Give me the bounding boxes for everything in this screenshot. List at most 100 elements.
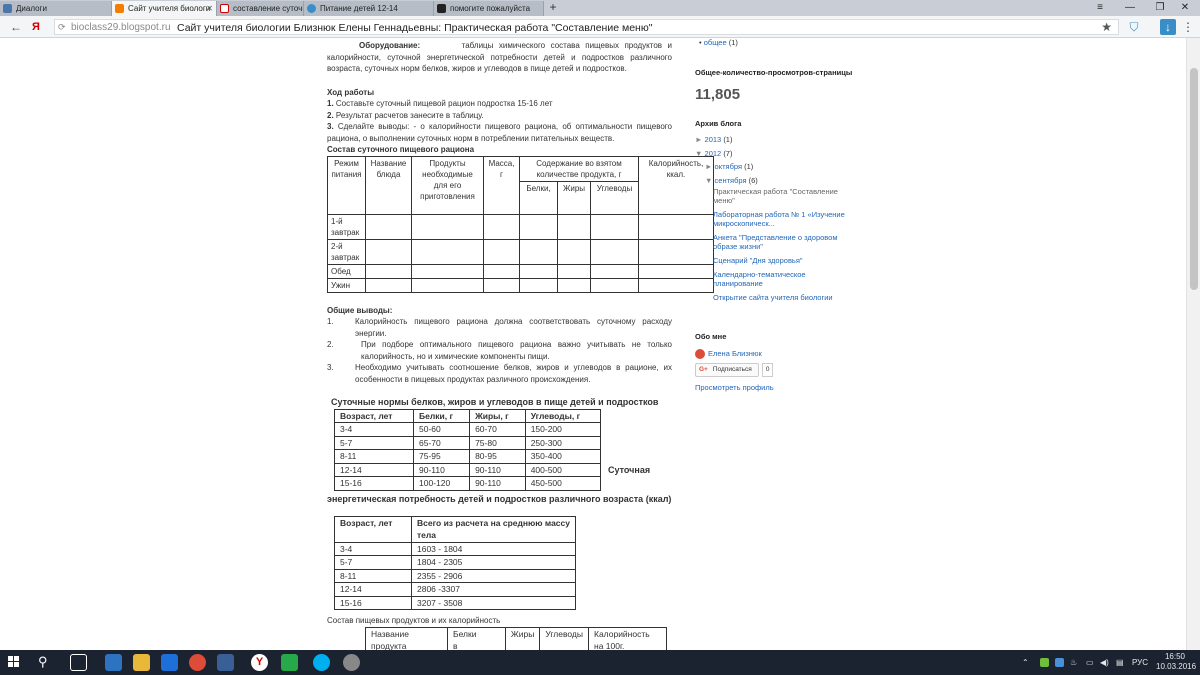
header-fats: Жиры [557, 180, 591, 215]
table-row: 15-16 100-120 90-110 450-500 [333, 476, 602, 491]
notifications-icon[interactable]: ▤ [1116, 650, 1124, 675]
archive-post-link[interactable]: Календарно-тематическое планирование [713, 270, 855, 288]
tray-app-icon[interactable] [1055, 658, 1064, 667]
yandex-logo-icon[interactable]: Я [28, 19, 44, 35]
label-link[interactable]: общее [704, 38, 727, 47]
products-table: Название продукта Белкив процентах Жиры … [365, 626, 667, 650]
label-item: • общее (1) [699, 38, 738, 47]
archive-post-link[interactable]: Анкета "Представление о здоровом образе … [713, 233, 855, 251]
archive-item[interactable]: ► 2013 (1) [695, 133, 855, 147]
shield-icon[interactable]: ⛉ [1126, 19, 1142, 35]
archive-item[interactable]: ► октября (1) [695, 160, 855, 174]
tab-children-nutrition[interactable]: Питание детей 12-14 [304, 1, 434, 16]
products-title: Состав пищевых продуктов и их калорийнос… [327, 616, 501, 625]
volume-icon[interactable]: ◀) [1100, 650, 1109, 675]
step-item: 2. Результат расчетов занесите в таблицу… [327, 110, 484, 120]
conclusions-title: Общие выводы: [327, 305, 393, 315]
tab-label: Диалоги [16, 4, 47, 13]
tray-chevron-icon[interactable]: ⌃ [1022, 650, 1029, 675]
header-content: Содержание во взятом количестве продукта… [519, 155, 639, 182]
meal-label: 1-й завтрак [327, 213, 366, 240]
view-profile-link[interactable]: Просмотреть профиль [695, 383, 855, 393]
reload-icon[interactable]: ⟳ [58, 22, 66, 33]
archive-post-link[interactable]: Открытие сайта учителя биологии [713, 293, 855, 302]
table-row: 5-7 1804 - 2305 [334, 555, 576, 570]
close-window-button[interactable]: ✕ [1170, 0, 1200, 16]
download-icon[interactable]: ↓ [1160, 19, 1176, 35]
step-item: 3. Сделайте выводы: - о калорийности пищ… [327, 122, 672, 143]
menu-button[interactable]: ≡ [1085, 0, 1115, 16]
archive-post-link[interactable]: Сценарий "Дня здоровья" [713, 256, 855, 265]
edge-icon[interactable] [105, 654, 122, 671]
archive-item[interactable]: ▼ сентября (6) [695, 174, 855, 188]
energy-header: Всего из расчета на среднюю массу тела [411, 515, 576, 543]
tab-teacher-site[interactable]: Сайт учителя биологи ✕ [112, 1, 217, 16]
table-row: 1-й завтрак [327, 213, 714, 240]
collapse-arrow-icon[interactable]: ▼ [705, 176, 712, 185]
new-tab-button[interactable]: + [545, 0, 561, 16]
tab-menu-search[interactable]: составление суточно [217, 1, 304, 16]
skype-icon[interactable] [313, 654, 330, 671]
file-explorer-icon[interactable] [133, 654, 150, 671]
page-scrollbar[interactable] [1186, 38, 1200, 650]
app-icon[interactable] [343, 654, 360, 671]
views-count: 11,805 [695, 86, 741, 103]
header-mass: Масса, г [483, 155, 520, 215]
blogger-icon [115, 4, 124, 13]
expand-arrow-icon[interactable]: ► [695, 135, 702, 144]
norms-block: Возраст, лет Белки, г Жиры, г Углеводы, … [327, 408, 672, 491]
energy-header: Возраст, лет [334, 515, 412, 543]
about-title: Обо мне [695, 332, 727, 341]
steam-icon[interactable]: ♨ [1070, 650, 1077, 675]
google-plus-icon: G+ [699, 366, 708, 373]
app-icon[interactable] [217, 654, 234, 671]
menu-dots-icon[interactable]: ⋮ [1180, 19, 1196, 35]
close-tab-icon[interactable]: ✕ [206, 1, 213, 16]
torrent-icon[interactable] [281, 654, 298, 671]
language-indicator[interactable]: РУС [1132, 650, 1148, 675]
archive-item[interactable]: ▼ 2012 (7) [695, 147, 855, 161]
network-icon[interactable]: ▭ [1086, 650, 1094, 675]
tab-help-please[interactable]: помогите пожалуйста [434, 1, 544, 16]
header-products: Продукты необходимые для его приготовлен… [411, 155, 484, 215]
norms-title: Суточные нормы белков, жиров и углеводов… [331, 397, 659, 407]
minimize-button[interactable]: — [1115, 0, 1145, 16]
table-row: 2-й завтрак [327, 238, 714, 265]
table-row: 8-11 75-95 80-95 350-400 [333, 449, 602, 464]
products-subheader: в процентах [453, 641, 458, 650]
url-field[interactable]: ⟳ bioclass29.blogspot.ru Сайт учителя би… [54, 19, 1119, 35]
tab-label: помогите пожалуйста [450, 4, 531, 13]
znanija-icon [437, 4, 446, 13]
search-icon[interactable]: ⚲ [38, 654, 48, 670]
tab-dialogs[interactable]: Диалоги [0, 1, 112, 16]
back-arrow-icon[interactable]: ← [8, 19, 24, 35]
author-link[interactable]: Елена Близнюк [708, 349, 762, 359]
vk-icon [3, 4, 12, 13]
bookmark-star-icon[interactable]: ★ [1101, 20, 1112, 34]
archive-post-link[interactable]: Практическая работа "Составление меню" [713, 187, 855, 205]
google-plus-icon [695, 349, 705, 359]
subscriber-count: 0 [761, 363, 774, 377]
clock-date: 10.03.2016 [1156, 662, 1197, 671]
archive-post-link[interactable]: Лабораторная работа № 1 «Изучение микрос… [713, 210, 855, 228]
clock[interactable]: 16:50 10.03.2016 [1156, 650, 1197, 675]
subscribe-button[interactable]: G+ Подписаться [695, 363, 759, 377]
views-title: Общее-количество-просмотров-страницы [695, 68, 853, 77]
norms-table: Возраст, лет Белки, г Жиры, г Углеводы, … [333, 408, 602, 491]
windows-taskbar: ⚲ Y ⌃ ♨ ▭ ◀) ▤ РУС 16:50 10.03.2016 [0, 650, 1200, 675]
meal-label: 2-й завтрак [327, 238, 366, 265]
task-view-icon[interactable] [70, 654, 87, 671]
diet-table-title: Состав суточного пищевого рациона [327, 145, 475, 154]
windows-start-icon[interactable] [8, 656, 20, 668]
scroll-thumb[interactable] [1190, 68, 1198, 290]
chrome-icon[interactable] [189, 654, 206, 671]
products-header: Жиры [504, 626, 541, 650]
conclusion-item: 2. При подборе оптимального пищевого рац… [327, 340, 672, 361]
store-icon[interactable] [161, 654, 178, 671]
blog-post: Оборудование: таблицы химического состав… [327, 38, 714, 650]
tray-app-icon[interactable] [1040, 658, 1049, 667]
yandex-browser-icon[interactable]: Y [251, 654, 268, 671]
expand-arrow-icon[interactable]: ► [705, 162, 712, 171]
collapse-arrow-icon[interactable]: ▼ [695, 149, 702, 158]
meal-label: Ужин [327, 277, 366, 293]
